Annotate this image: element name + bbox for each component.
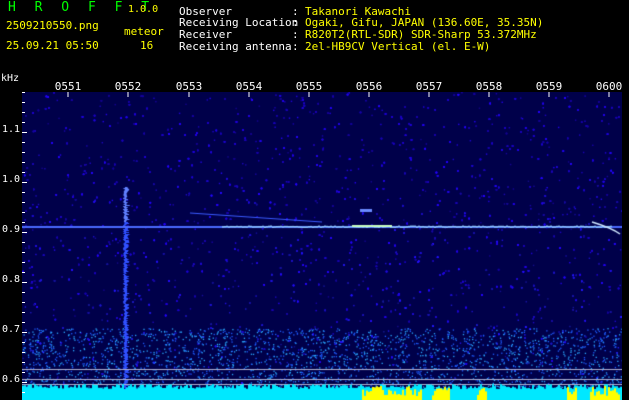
hrofft-window: H R O F F T 1.0.0 2509210550.png meteor … (0, 0, 629, 400)
axis-ticks (22, 92, 610, 393)
